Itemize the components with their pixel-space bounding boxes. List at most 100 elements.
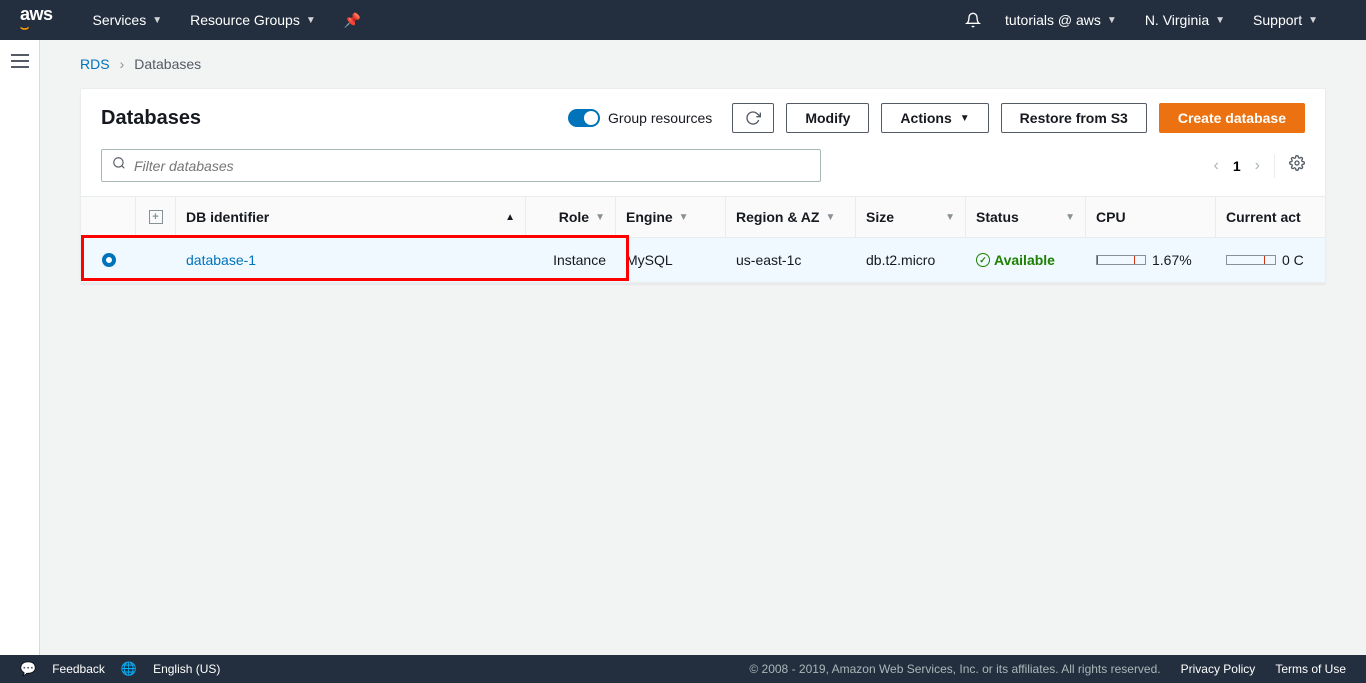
row-expand[interactable] bbox=[136, 238, 176, 282]
col-status[interactable]: Status ▼ bbox=[966, 197, 1086, 237]
cpu-meter bbox=[1096, 255, 1146, 265]
footer-privacy[interactable]: Privacy Policy bbox=[1181, 662, 1256, 676]
nav-support-label: Support bbox=[1253, 12, 1302, 28]
footer-copyright: © 2008 - 2019, Amazon Web Services, Inc.… bbox=[749, 662, 1160, 676]
top-nav: aws ⌣ Services ▼ Resource Groups ▼ 📌 tut… bbox=[0, 0, 1366, 40]
col-role-label: Role bbox=[559, 209, 589, 225]
filter-row: ‹ 1 › bbox=[81, 141, 1325, 196]
breadcrumb-root[interactable]: RDS bbox=[80, 56, 110, 72]
col-db-identifier-label: DB identifier bbox=[186, 209, 269, 225]
row-region-value: us-east-1c bbox=[736, 252, 801, 268]
nav-services[interactable]: Services ▼ bbox=[93, 12, 163, 28]
col-db-identifier[interactable]: DB identifier ▲ bbox=[176, 197, 526, 237]
col-status-label: Status bbox=[976, 209, 1019, 225]
row-id[interactable]: database-1 bbox=[176, 238, 526, 282]
footer-terms[interactable]: Terms of Use bbox=[1275, 662, 1346, 676]
col-engine-label: Engine bbox=[626, 209, 673, 225]
group-resources-label: Group resources bbox=[608, 110, 712, 126]
status-badge: ✓ Available bbox=[976, 252, 1055, 268]
nav-region[interactable]: N. Virginia ▼ bbox=[1145, 12, 1225, 28]
row-activity-value: 0 C bbox=[1282, 252, 1304, 268]
restore-button-label: Restore from S3 bbox=[1020, 110, 1128, 126]
col-engine[interactable]: Engine ▼ bbox=[616, 197, 726, 237]
hamburger-icon[interactable] bbox=[11, 54, 29, 68]
page-title: Databases bbox=[101, 107, 201, 130]
footer-language[interactable]: English (US) bbox=[153, 662, 220, 676]
caret-down-icon: ▼ bbox=[1107, 15, 1117, 26]
create-database-button[interactable]: Create database bbox=[1159, 103, 1305, 133]
nav-account-label: tutorials @ aws bbox=[1005, 12, 1101, 28]
row-cpu: 1.67% bbox=[1086, 238, 1216, 282]
col-cpu[interactable]: CPU bbox=[1086, 197, 1216, 237]
sort-icon: ▼ bbox=[1065, 212, 1075, 223]
page-next-icon[interactable]: › bbox=[1255, 157, 1260, 175]
pagination: ‹ 1 › bbox=[1214, 154, 1305, 178]
row-radio[interactable] bbox=[81, 238, 136, 282]
actions-button-label: Actions bbox=[900, 110, 951, 126]
search-box[interactable] bbox=[101, 149, 821, 182]
page-prev-icon[interactable]: ‹ bbox=[1214, 157, 1219, 175]
sort-icon: ▼ bbox=[679, 212, 689, 223]
row-engine-value: MySQL bbox=[626, 252, 673, 268]
row-role: Instance bbox=[526, 238, 616, 282]
caret-down-icon: ▼ bbox=[152, 15, 162, 26]
col-role[interactable]: Role ▼ bbox=[526, 197, 616, 237]
sort-icon: ▼ bbox=[825, 212, 835, 223]
nav-services-label: Services bbox=[93, 12, 147, 28]
col-size[interactable]: Size ▼ bbox=[856, 197, 966, 237]
db-identifier-link[interactable]: database-1 bbox=[186, 252, 256, 268]
chevron-right-icon: › bbox=[120, 56, 125, 72]
col-activity[interactable]: Current act bbox=[1216, 197, 1326, 237]
caret-down-icon: ▼ bbox=[1215, 15, 1225, 26]
caret-down-icon: ▼ bbox=[1308, 15, 1318, 26]
modify-button-label: Modify bbox=[805, 110, 850, 126]
expand-all-icon: + bbox=[149, 210, 163, 224]
col-region[interactable]: Region & AZ ▼ bbox=[726, 197, 856, 237]
pin-icon[interactable]: 📌 bbox=[344, 12, 361, 29]
row-engine: MySQL bbox=[616, 238, 726, 282]
panel-header: Databases Group resources Modify Actions… bbox=[81, 89, 1325, 141]
col-region-label: Region & AZ bbox=[736, 209, 819, 225]
nav-resource-groups[interactable]: Resource Groups ▼ bbox=[190, 12, 316, 28]
sort-icon: ▼ bbox=[595, 212, 605, 223]
caret-down-icon: ▼ bbox=[306, 15, 316, 26]
sort-asc-icon: ▲ bbox=[505, 212, 515, 223]
search-input[interactable] bbox=[134, 158, 810, 174]
page-number: 1 bbox=[1233, 158, 1241, 174]
side-strip bbox=[0, 40, 40, 655]
modify-button[interactable]: Modify bbox=[786, 103, 869, 133]
group-resources-toggle-wrap: Group resources bbox=[568, 109, 712, 127]
col-size-label: Size bbox=[866, 209, 894, 225]
footer-feedback[interactable]: Feedback bbox=[52, 662, 105, 676]
table-header: + DB identifier ▲ Role ▼ Engine ▼ Region… bbox=[81, 196, 1326, 238]
row-cpu-value: 1.67% bbox=[1152, 252, 1192, 268]
databases-panel: Databases Group resources Modify Actions… bbox=[80, 88, 1326, 284]
row-activity: 0 C bbox=[1216, 238, 1326, 282]
create-database-label: Create database bbox=[1178, 110, 1286, 126]
group-resources-toggle[interactable] bbox=[568, 109, 600, 127]
row-status: ✓ Available bbox=[966, 238, 1086, 282]
actions-button[interactable]: Actions ▼ bbox=[881, 103, 988, 133]
nav-account[interactable]: tutorials @ aws ▼ bbox=[1005, 12, 1117, 28]
breadcrumb-current: Databases bbox=[134, 56, 201, 72]
check-circle-icon: ✓ bbox=[976, 253, 990, 267]
nav-region-label: N. Virginia bbox=[1145, 12, 1209, 28]
settings-icon[interactable] bbox=[1289, 155, 1305, 176]
col-cpu-label: CPU bbox=[1096, 209, 1126, 225]
row-size: db.t2.micro bbox=[856, 238, 966, 282]
col-expand[interactable]: + bbox=[136, 197, 176, 237]
aws-smile-icon: ⌣ bbox=[20, 19, 53, 36]
restore-button[interactable]: Restore from S3 bbox=[1001, 103, 1147, 133]
nav-resource-groups-label: Resource Groups bbox=[190, 12, 300, 28]
row-region: us-east-1c bbox=[726, 238, 856, 282]
notifications-icon[interactable] bbox=[965, 12, 981, 28]
refresh-button[interactable] bbox=[732, 103, 774, 133]
aws-logo[interactable]: aws ⌣ bbox=[20, 4, 53, 36]
activity-meter bbox=[1226, 255, 1276, 265]
main-content: RDS › Databases Databases Group resource… bbox=[40, 40, 1366, 655]
table-row[interactable]: database-1 Instance MySQL us-east-1c db.… bbox=[81, 238, 1326, 283]
databases-table: + DB identifier ▲ Role ▼ Engine ▼ Region… bbox=[81, 196, 1326, 283]
nav-support[interactable]: Support ▼ bbox=[1253, 12, 1318, 28]
footer: 💬 Feedback 🌐 English (US) © 2008 - 2019,… bbox=[0, 655, 1366, 683]
col-activity-label: Current act bbox=[1226, 209, 1301, 225]
